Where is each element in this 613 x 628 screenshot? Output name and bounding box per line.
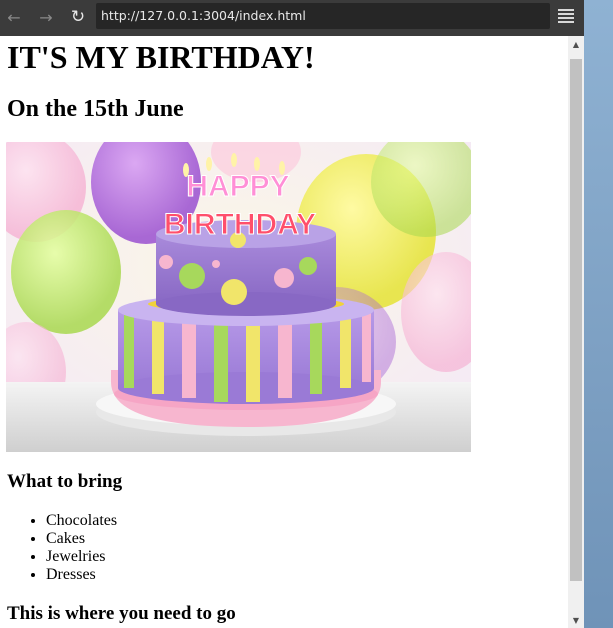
scroll-up-arrow-icon[interactable]: ▲ [568,36,584,52]
scrollbar-thumb[interactable] [570,59,582,581]
location-heading: This is where you need to go [7,603,236,624]
page-viewport: IT'S MY BIRTHDAY! On the 15th June HAPPY… [0,36,568,628]
list-item: Jewelries [46,548,117,566]
address-bar[interactable]: http://127.0.0.1:3004/index.html [96,3,550,29]
list-item: Chocolates [46,512,117,530]
hamburger-menu-icon[interactable] [558,9,574,23]
page-subtitle: On the 15th June [7,96,184,122]
browser-toolbar: ← → ↻ http://127.0.0.1:3004/index.html [0,0,584,36]
cake-topper-birthday: BIRTHDAY [164,208,316,241]
vertical-scrollbar[interactable]: ▲ ▼ [568,36,584,628]
back-arrow-icon[interactable]: ← [2,6,26,28]
page-title: IT'S MY BIRTHDAY! [7,39,315,75]
browser-window: ← → ↻ http://127.0.0.1:3004/index.html I… [0,0,584,628]
list-item: Dresses [46,566,117,584]
cake-topper-happy: HAPPY [186,170,289,203]
what-to-bring-heading: What to bring [7,471,123,492]
scroll-down-arrow-icon[interactable]: ▼ [568,612,584,628]
list-item: Cakes [46,530,117,548]
forward-arrow-icon[interactable]: → [34,6,58,28]
reload-icon[interactable]: ↻ [66,6,90,28]
bring-list: Chocolates Cakes Jewelries Dresses [7,512,117,584]
birthday-cake-image: HAPPY BIRTHDAY [6,142,471,452]
desktop-background [584,0,613,628]
